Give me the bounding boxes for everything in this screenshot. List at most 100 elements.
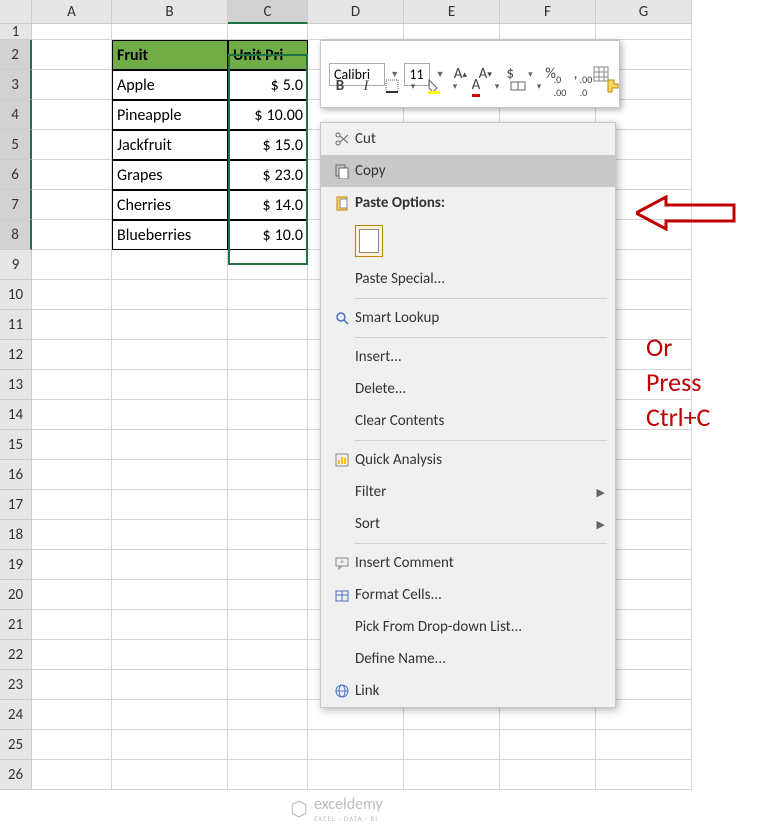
menu-clear-contents[interactable]: Clear Contents: [321, 405, 615, 437]
cell[interactable]: [32, 670, 112, 700]
row-header-17[interactable]: 17: [0, 490, 32, 520]
row-header-21[interactable]: 21: [0, 610, 32, 640]
row-header-6[interactable]: 6: [0, 160, 32, 190]
row-header-2[interactable]: 2: [0, 40, 32, 70]
cell[interactable]: [112, 310, 228, 340]
cell[interactable]: [32, 370, 112, 400]
cell[interactable]: [32, 40, 112, 70]
paste-default-icon[interactable]: [355, 225, 383, 257]
menu-paste-special[interactable]: Paste Special...: [321, 263, 615, 295]
cell[interactable]: [112, 670, 228, 700]
cell[interactable]: [228, 490, 308, 520]
row-header-24[interactable]: 24: [0, 700, 32, 730]
cell[interactable]: [112, 490, 228, 520]
cell[interactable]: [500, 24, 596, 40]
select-all-corner[interactable]: [0, 0, 32, 24]
borders-dropdown-icon[interactable]: ▾: [407, 77, 419, 95]
cell[interactable]: [32, 490, 112, 520]
cell[interactable]: [32, 550, 112, 580]
menu-sort[interactable]: Sort▶: [321, 508, 615, 540]
cell[interactable]: [32, 520, 112, 550]
cell[interactable]: [228, 760, 308, 790]
row-header-1[interactable]: 1: [0, 24, 32, 40]
bold-button[interactable]: B: [329, 75, 351, 97]
cell[interactable]: [228, 24, 308, 40]
cell[interactable]: [228, 700, 308, 730]
row-header-23[interactable]: 23: [0, 670, 32, 700]
cell[interactable]: [308, 24, 404, 40]
cell[interactable]: [32, 310, 112, 340]
cell[interactable]: [308, 760, 404, 790]
cell[interactable]: [32, 220, 112, 250]
row-header-11[interactable]: 11: [0, 310, 32, 340]
cell[interactable]: [32, 100, 112, 130]
cell[interactable]: [228, 580, 308, 610]
cell[interactable]: [112, 280, 228, 310]
cell[interactable]: [32, 610, 112, 640]
cell[interactable]: Jackfruit: [112, 130, 228, 160]
row-header-10[interactable]: 10: [0, 280, 32, 310]
borders-icon[interactable]: [381, 75, 403, 97]
cell[interactable]: [404, 760, 500, 790]
cell[interactable]: [112, 580, 228, 610]
cell[interactable]: [228, 280, 308, 310]
cell[interactable]: [228, 610, 308, 640]
cell[interactable]: [112, 760, 228, 790]
row-header-20[interactable]: 20: [0, 580, 32, 610]
cell[interactable]: [32, 190, 112, 220]
decrease-decimal-icon[interactable]: .00.0: [575, 75, 597, 97]
cell[interactable]: Blueberries: [112, 220, 228, 250]
cell[interactable]: [112, 550, 228, 580]
cell[interactable]: $14.0: [228, 190, 308, 220]
cell[interactable]: [112, 370, 228, 400]
italic-button[interactable]: I: [355, 75, 377, 97]
cell[interactable]: [596, 730, 692, 760]
menu-insert[interactable]: Insert...: [321, 341, 615, 373]
cell[interactable]: [112, 730, 228, 760]
cell[interactable]: [32, 700, 112, 730]
cell[interactable]: [112, 430, 228, 460]
menu-pick-from-list[interactable]: Pick From Drop-down List...: [321, 611, 615, 643]
row-header-19[interactable]: 19: [0, 550, 32, 580]
cell[interactable]: [308, 730, 404, 760]
menu-insert-comment[interactable]: + Insert Comment: [321, 547, 615, 579]
cell[interactable]: Fruit: [112, 40, 228, 70]
row-header-16[interactable]: 16: [0, 460, 32, 490]
cell[interactable]: [32, 340, 112, 370]
cell[interactable]: [228, 640, 308, 670]
cell[interactable]: [228, 370, 308, 400]
cell[interactable]: [112, 250, 228, 280]
cell[interactable]: [500, 730, 596, 760]
cell[interactable]: [112, 400, 228, 430]
cell[interactable]: [500, 760, 596, 790]
col-header-a[interactable]: A: [32, 0, 112, 24]
cell[interactable]: [228, 250, 308, 280]
row-header-25[interactable]: 25: [0, 730, 32, 760]
cell[interactable]: [32, 460, 112, 490]
font-color-icon[interactable]: A: [465, 75, 487, 97]
cell[interactable]: [32, 24, 112, 40]
merge-icon[interactable]: [507, 75, 529, 97]
cell[interactable]: [112, 340, 228, 370]
cell[interactable]: [32, 580, 112, 610]
menu-quick-analysis[interactable]: Quick Analysis: [321, 444, 615, 476]
cell[interactable]: [112, 460, 228, 490]
cell[interactable]: [228, 460, 308, 490]
format-painter-icon[interactable]: [601, 75, 623, 97]
cell[interactable]: Apple: [112, 70, 228, 100]
cell[interactable]: $5.0: [228, 70, 308, 100]
row-header-8[interactable]: 8: [0, 220, 32, 250]
menu-format-cells[interactable]: Format Cells...: [321, 579, 615, 611]
col-header-c[interactable]: C: [228, 0, 308, 24]
increase-decimal-icon[interactable]: .0.00: [549, 75, 571, 97]
fill-color-dropdown-icon[interactable]: ▾: [449, 77, 461, 95]
cell[interactable]: [32, 250, 112, 280]
cell[interactable]: [32, 130, 112, 160]
cell[interactable]: [404, 24, 500, 40]
cell[interactable]: [228, 520, 308, 550]
fill-color-icon[interactable]: [423, 75, 445, 97]
cell[interactable]: [112, 640, 228, 670]
cell[interactable]: [228, 340, 308, 370]
font-color-dropdown-icon[interactable]: ▾: [491, 77, 503, 95]
cell[interactable]: $10.00: [228, 100, 308, 130]
